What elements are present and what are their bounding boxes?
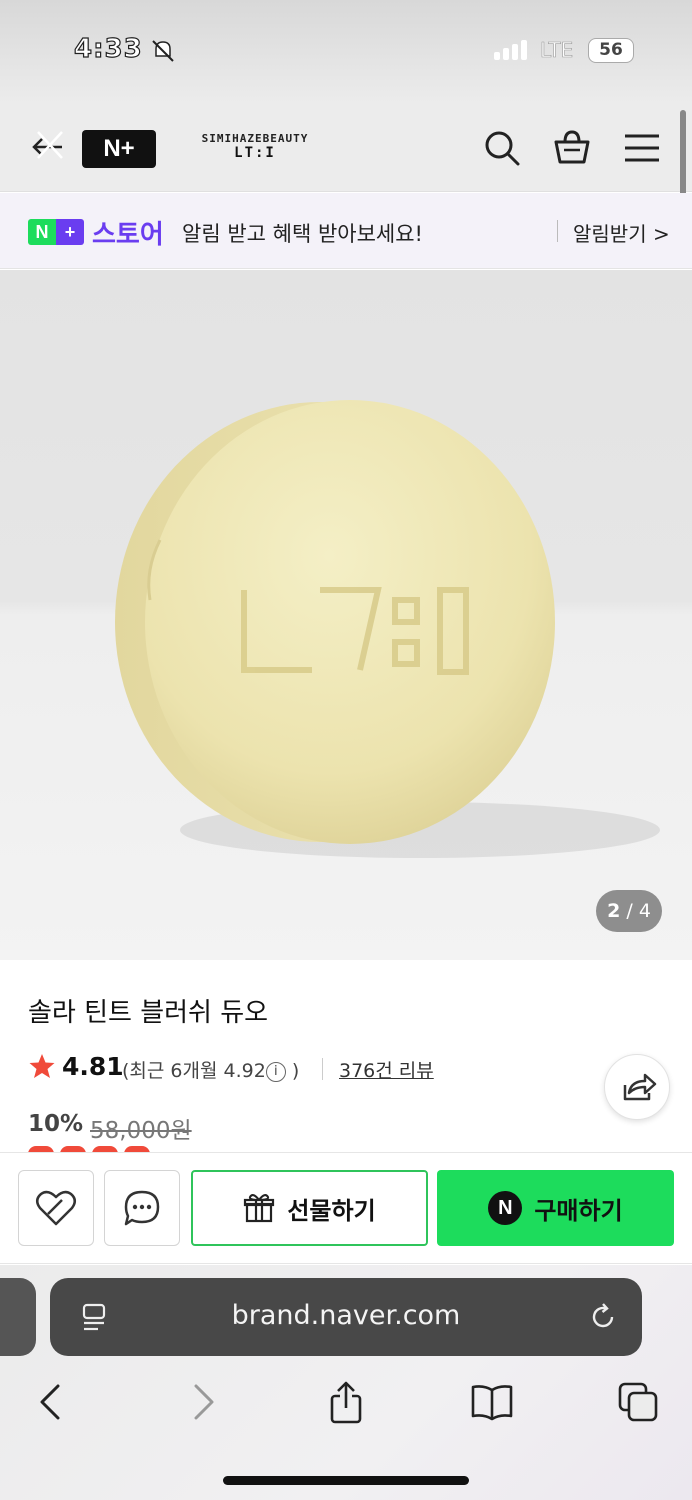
forward-icon[interactable]: [180, 1380, 224, 1424]
tabs-icon[interactable]: [616, 1380, 660, 1424]
product-title: 솔라 틴트 블러쉬 듀오: [28, 998, 269, 1028]
status-time: 4:33: [73, 33, 143, 64]
search-icon[interactable]: [482, 128, 522, 168]
rating-score: 4.81: [62, 1052, 124, 1081]
wishlist-button[interactable]: [18, 1170, 94, 1246]
alarm-subscribe-link[interactable]: 알림받기 >: [573, 218, 670, 247]
star-icon: [29, 1054, 55, 1078]
naver-pay-icon: N: [488, 1191, 523, 1225]
original-price: 58,000원: [90, 1118, 192, 1144]
rating-divider: [322, 1058, 323, 1080]
back-icon[interactable]: [30, 1380, 74, 1424]
naver-plus-logo[interactable]: N+: [82, 130, 156, 168]
buy-button[interactable]: N 구매하기: [437, 1170, 674, 1246]
network-label: LTE: [540, 38, 574, 63]
discount-rate: 10%: [28, 1111, 84, 1137]
recent-rating: (최근 6개월 4.92 i ): [122, 1060, 300, 1082]
gift-button[interactable]: 선물하기: [191, 1170, 428, 1246]
url-text[interactable]: brand.naver.com: [50, 1300, 642, 1331]
info-icon[interactable]: i: [265, 1061, 286, 1082]
menu-icon[interactable]: [622, 128, 662, 168]
heart-icon: [36, 1190, 76, 1226]
home-indicator[interactable]: [223, 1476, 469, 1485]
buy-label: 구매하기: [534, 1196, 623, 1225]
bell-off-icon: [152, 40, 174, 62]
share-sheet-icon[interactable]: [324, 1380, 368, 1424]
brand-name: SIMIHAZEBEAUTY: [201, 132, 309, 145]
naver-plus-badge: N +: [28, 219, 84, 245]
review-count-link[interactable]: 376건 리뷰: [339, 1056, 434, 1083]
scroll-indicator[interactable]: [680, 110, 686, 198]
product-photo: [115, 400, 660, 858]
banner-message: 알림 받고 혜택 받아보세요!: [182, 222, 423, 246]
product-image[interactable]: [0, 270, 692, 960]
cart-icon[interactable]: [552, 128, 592, 168]
signal-icon: [494, 40, 527, 60]
share-icon: [623, 1073, 657, 1101]
brand-mark: LT:I: [234, 145, 276, 161]
brand-logo[interactable]: SIMIHAZEBEAUTY LT:I: [200, 132, 310, 161]
talk-button[interactable]: [104, 1170, 180, 1246]
store-label: 스토어: [92, 220, 164, 250]
status-bar: 4:33 LTE 56: [0, 0, 692, 104]
bookmarks-icon[interactable]: [470, 1380, 514, 1424]
banner-divider: [557, 220, 558, 242]
image-pager: 2 / 4: [596, 890, 662, 932]
reload-icon[interactable]: [586, 1300, 620, 1334]
back-close-icon[interactable]: [26, 126, 68, 168]
chat-icon: [124, 1190, 160, 1226]
gift-label: 선물하기: [287, 1196, 376, 1225]
battery-icon: 56: [588, 38, 634, 63]
gift-icon: [244, 1194, 275, 1223]
share-button[interactable]: [604, 1054, 670, 1120]
previous-tab[interactable]: [0, 1278, 36, 1356]
